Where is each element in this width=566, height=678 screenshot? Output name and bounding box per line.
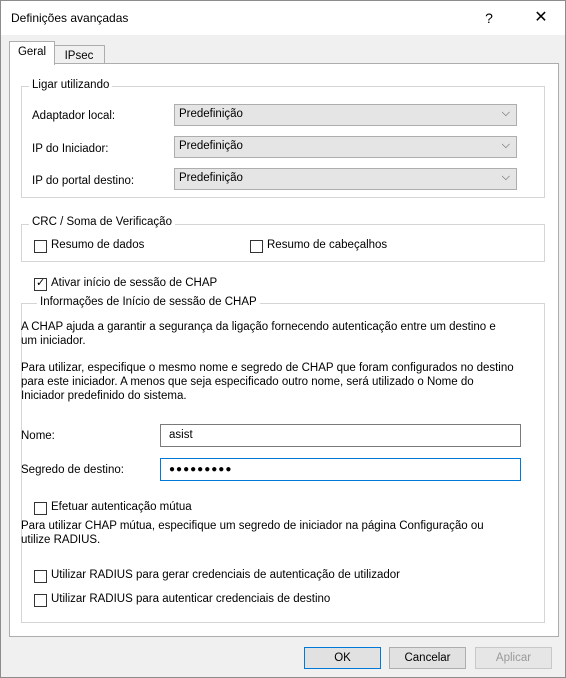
advanced-settings-dialog: Definições avançadas ? ✕ Geral IPsec Lig… [0,0,566,678]
data-digest-checkbox[interactable] [34,240,47,253]
close-button[interactable]: ✕ [521,5,561,31]
header-digest-label: Resumo de cabeçalhos [267,239,388,251]
initiator-ip-select[interactable]: Predefinição ⌵ [174,136,517,158]
chap-description-line: um iniciador. [21,335,86,347]
radius-authenticate-checkbox[interactable] [34,594,47,607]
cancel-button[interactable]: Cancelar [389,647,466,669]
mutual-auth-checkbox[interactable] [34,502,47,515]
enable-chap-label: Ativar início de sessão de CHAP [51,277,218,289]
mutual-auth-label: Efetuar autenticação mútua [51,501,192,513]
chevron-down-icon: ⌵ [501,171,510,183]
target-secret-label: Segredo de destino: [21,464,124,476]
connect-using-title: Ligar utilizando [29,79,113,91]
local-adapter-label: Adaptador local: [32,110,116,122]
title-bar: Definições avançadas ? ✕ [1,1,565,35]
initiator-ip-label: IP do Iniciador: [32,143,109,155]
mutual-chap-line: utilize RADIUS. [21,534,101,546]
chap-usage-line: Para utilizar, especifique o mesmo nome … [21,362,514,374]
target-secret-value: ●●●●●●●●● [169,464,233,475]
name-value: asist [169,429,193,441]
enable-chap-checkbox[interactable]: ✓ [34,277,47,291]
chap-usage-line: para este iniciador. A menos que seja es… [21,376,474,388]
tab-general[interactable]: Geral [9,41,55,65]
apply-button[interactable]: Aplicar [475,647,552,669]
name-label: Nome: [21,430,55,442]
radius-authenticate-label: Utilizar RADIUS para autenticar credenci… [51,593,331,605]
chap-usage-line: Iniciador predefinido do sistema. [21,390,187,402]
radius-generate-checkbox[interactable] [34,570,47,583]
chap-description-line: A CHAP ajuda a garantir a segurança da l… [21,321,496,333]
local-adapter-value: Predefinição [179,108,243,120]
tab-ipsec[interactable]: IPsec [53,45,105,65]
help-button[interactable]: ? [469,5,509,31]
local-adapter-select[interactable]: Predefinição ⌵ [174,104,517,126]
chevron-down-icon: ⌵ [501,139,510,151]
crc-title: CRC / Soma de Verificação [29,216,175,228]
target-portal-ip-value: Predefinição [179,172,243,184]
name-input[interactable]: asist [160,424,521,447]
window-title: Definições avançadas [11,11,129,25]
mutual-chap-line: Para utilizar CHAP mútua, especifique um… [21,520,484,532]
general-tab-panel: Ligar utilizando Adaptador local: Predef… [9,63,559,637]
data-digest-label: Resumo de dados [51,239,145,251]
target-portal-ip-select[interactable]: Predefinição ⌵ [174,168,517,190]
ok-button[interactable]: OK [304,647,381,669]
chap-info-title: Informações de Início de sessão de CHAP [37,296,260,308]
target-portal-ip-label: IP do portal destino: [32,175,135,187]
initiator-ip-value: Predefinição [179,140,243,152]
target-secret-input[interactable]: ●●●●●●●●● [160,458,521,481]
chevron-down-icon: ⌵ [501,107,510,119]
check-icon: ✓ [36,277,46,289]
radius-generate-label: Utilizar RADIUS para gerar credenciais d… [51,569,401,581]
header-digest-checkbox[interactable] [250,240,263,253]
